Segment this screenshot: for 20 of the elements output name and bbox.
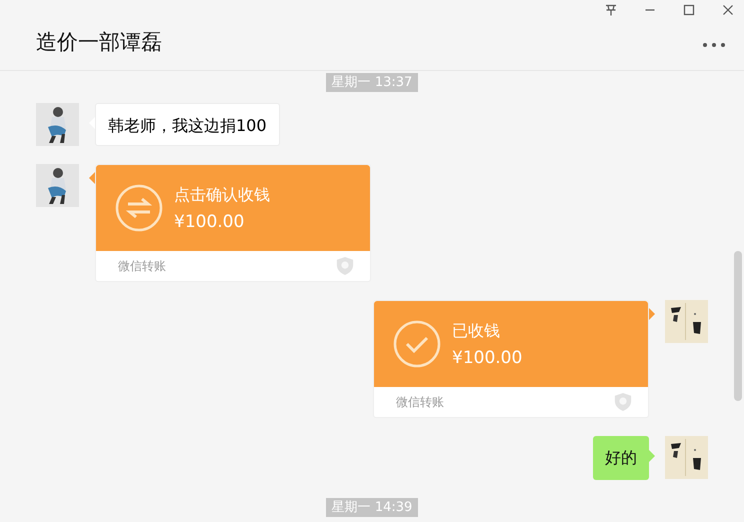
transfer-title: 已收钱: [452, 320, 501, 342]
maximize-icon[interactable]: [683, 4, 695, 16]
more-icon[interactable]: [702, 42, 726, 48]
transfer-label: 微信转账: [118, 258, 166, 274]
scrollbar[interactable]: [734, 251, 742, 401]
transfer-title: 点击确认收钱: [174, 184, 270, 206]
window-title: 造价一部谭磊: [36, 29, 162, 56]
pin-icon[interactable]: [605, 4, 617, 16]
message-bubble: 好的: [593, 436, 649, 480]
transfer-card[interactable]: 点击确认收钱 ¥100.00 微信转账: [95, 164, 371, 282]
close-icon[interactable]: [722, 4, 734, 16]
timestamp: 星期一 13:37: [326, 73, 418, 92]
transfer-amount: ¥100.00: [174, 212, 246, 232]
shield-icon: [614, 392, 632, 412]
transfer-card[interactable]: 已收钱 ¥100.00 微信转账: [373, 300, 649, 418]
transfer-label: 微信转账: [396, 394, 444, 410]
shield-icon: [336, 256, 354, 276]
timestamp: 星期一 14:39: [326, 498, 418, 517]
transfer-amount: ¥100.00: [452, 348, 522, 368]
message-bubble: 韩老师，我这边捐100: [95, 103, 280, 146]
